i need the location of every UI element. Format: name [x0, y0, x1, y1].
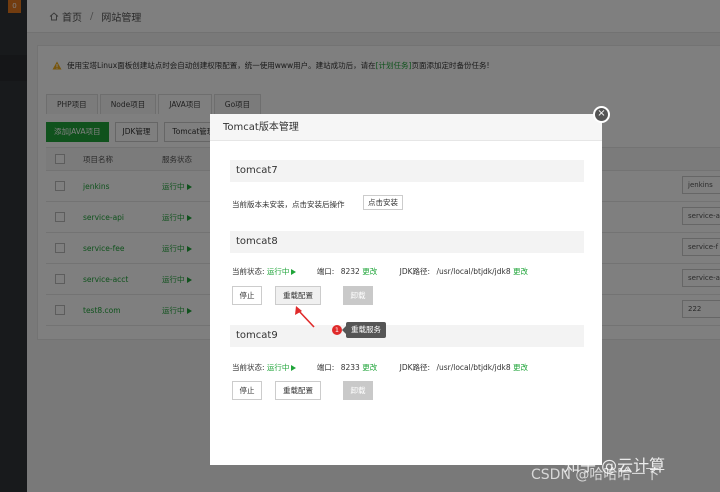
tomcat8-jdk-edit[interactable]: 更改: [513, 267, 528, 276]
play-icon: [291, 269, 297, 275]
tomcat8-stop-button[interactable]: 停止: [232, 286, 262, 305]
tomcat8-uninstall-button[interactable]: 卸载: [343, 286, 373, 305]
tomcat9-stop-button[interactable]: 停止: [232, 381, 262, 400]
tomcat8-status: 运行中: [266, 267, 290, 276]
tomcat9-port: 8233: [340, 363, 360, 372]
tomcat9-port-edit[interactable]: 更改: [362, 363, 377, 372]
tomcat8-port: 8232: [340, 267, 360, 276]
tomcat8-port-edit[interactable]: 更改: [362, 267, 377, 276]
watermark-csdn: CSDN @哈哈哈一下: [531, 467, 660, 483]
tomcat8-info: 当前状态: 运行中 端口: 8232 更改 JDK路径: /usr/local/…: [232, 267, 529, 276]
dialog-title: Tomcat版本管理: [210, 114, 602, 141]
tomcat7-message: 当前版本未安装，点击安装后操作: [232, 200, 345, 209]
tomcat9-jdk-edit[interactable]: 更改: [513, 363, 528, 372]
play-icon: [291, 365, 297, 371]
tomcat8-jdk-path: /usr/local/btjdk/jdk8: [436, 267, 511, 276]
annotation-number: 1: [332, 325, 342, 335]
tomcat9-heading: tomcat9: [230, 325, 584, 347]
tomcat9-status: 运行中: [266, 363, 290, 372]
tomcat-version-dialog: Tomcat版本管理 × tomcat7 当前版本未安装，点击安装后操作 点击安…: [210, 106, 610, 465]
tomcat9-jdk-path: /usr/local/btjdk/jdk8: [436, 363, 511, 372]
tomcat7-heading: tomcat7: [230, 160, 584, 182]
tomcat8-heading: tomcat8: [230, 231, 584, 253]
tomcat9-info: 当前状态: 运行中 端口: 8233 更改 JDK路径: /usr/local/…: [232, 363, 529, 372]
tomcat9-uninstall-button[interactable]: 卸载: [343, 381, 373, 400]
reload-tooltip: 重载服务: [342, 322, 386, 338]
tomcat7-install-button[interactable]: 点击安装: [363, 195, 403, 210]
close-icon[interactable]: ×: [593, 106, 610, 123]
annotation-arrow-icon: [295, 306, 315, 328]
tomcat9-reload-button[interactable]: 重载配置: [275, 381, 321, 400]
